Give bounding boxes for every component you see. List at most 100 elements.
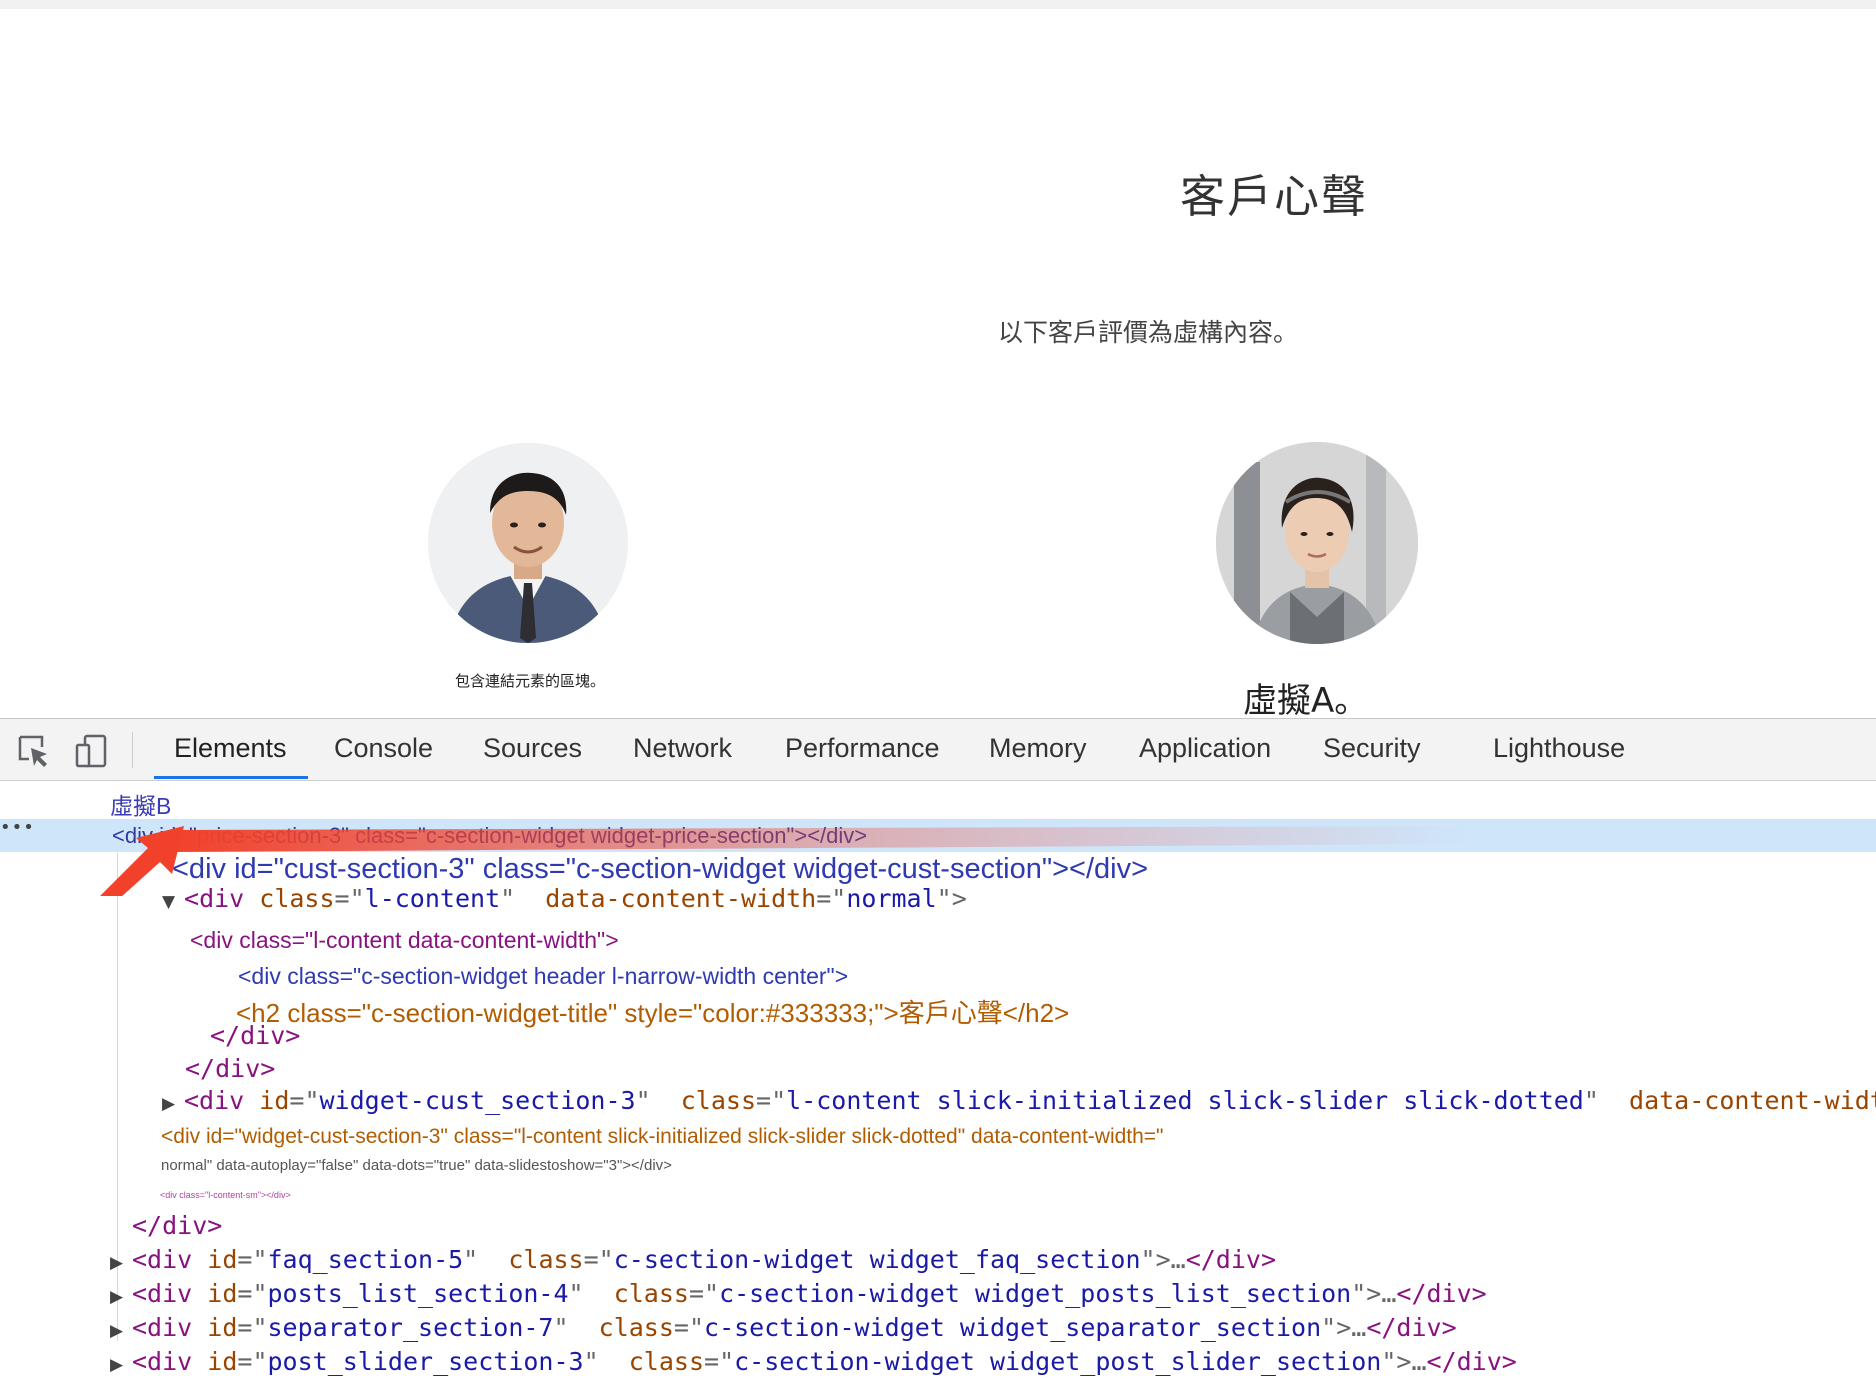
inspect-element-icon[interactable] <box>16 733 52 769</box>
section-subtitle: 以下客戶評價為虛構內容。 <box>998 318 1299 347</box>
dom-punct: =" <box>237 1279 268 1308</box>
page-preview: 客戶心聲 以下客戶評價為虛構內容。 包含連結元素的區塊。 虛擬A。 <box>0 0 1876 721</box>
dom-punct: "> <box>1351 1279 1382 1308</box>
dom-attr-name: id <box>207 1347 238 1376</box>
dom-punct: < <box>184 884 200 913</box>
more-actions-icon[interactable]: ••• <box>0 817 35 838</box>
dom-ellipsis: … <box>1170 1245 1186 1274</box>
tab-performance[interactable]: Performance <box>785 733 940 764</box>
dom-attr-value: post_slider_section-3 <box>267 1347 584 1376</box>
dom-node-separator-section[interactable]: ▶ <div id="separator_section-7" class="c-… <box>110 1313 1457 1342</box>
testimonial-caption: 虛擬A。 <box>1243 681 1369 721</box>
active-tab-indicator <box>154 776 308 779</box>
tab-console[interactable]: Console <box>334 733 433 764</box>
dom-node-l-content-inner[interactable]: <div class="l-content data-content-width… <box>190 927 619 954</box>
collapse-triangle-icon[interactable]: ▼ <box>162 892 184 912</box>
expand-triangle-icon[interactable]: ▶ <box>110 1321 132 1341</box>
dom-node-h2-title[interactable]: <h2 class="c-section-widget-title" style… <box>236 993 1069 1030</box>
dom-attr-name: class <box>259 884 335 913</box>
testimonial-caption: 包含連結元素的區塊。 <box>455 672 606 690</box>
dom-node-header[interactable]: <div class="c-section-widget header l-na… <box>238 963 848 990</box>
dom-attr-value: normal <box>846 884 937 913</box>
dom-punct: <div <box>132 1245 193 1274</box>
dom-attr-value: c-section-widget widget_faq_section <box>613 1245 1141 1274</box>
dom-close-div[interactable]: </div> <box>185 1054 275 1083</box>
dom-punct: "> <box>1381 1347 1412 1376</box>
expand-triangle-icon[interactable]: ▶ <box>110 1287 132 1307</box>
dom-node-price-section[interactable]: <div id="price-section-3" class="c-secti… <box>112 823 867 849</box>
dom-node-l-content-sm[interactable]: <div class="l-content-sm"></div> <box>160 1190 291 1200</box>
dom-ellipsis: … <box>1351 1313 1367 1342</box>
dom-attr-name: class <box>598 1313 674 1342</box>
dom-ellipsis: … <box>1381 1279 1397 1308</box>
dom-node-widget-cust-section[interactable]: ▶ <div id="widget-cust_section-3" class="… <box>162 1086 1876 1115</box>
dom-punct: <div <box>184 1086 245 1115</box>
dom-attr-value: c-section-widget widget_separator_sectio… <box>704 1313 1322 1342</box>
expand-triangle-icon[interactable]: ▶ <box>110 1253 132 1273</box>
dom-attr-value: posts_list_section-4 <box>267 1279 569 1308</box>
dom-attr-value: separator_section-7 <box>267 1313 554 1342</box>
dom-attr-name: data-content-width <box>545 884 817 913</box>
dom-attr-name: class <box>613 1279 689 1308</box>
dom-punct: " <box>568 1279 584 1308</box>
dom-node-widget-plain-cont[interactable]: normal" data-autoplay="false" data-dots=… <box>161 1157 672 1174</box>
dom-tag: div <box>199 884 245 913</box>
dom-punct: </div> <box>1185 1245 1276 1274</box>
dom-punct: =" <box>237 1245 268 1274</box>
tab-elements[interactable]: Elements <box>174 733 287 764</box>
dom-punct: " <box>635 1086 651 1115</box>
dom-punct: =" <box>334 884 365 913</box>
dom-punct: =" <box>704 1347 735 1376</box>
elements-dom-tree: ••• 虛擬B <div id="price-section-3" class=… <box>0 781 1876 1395</box>
toolbar-separator <box>132 732 133 768</box>
dom-attr-value: c-section-widget widget_posts_list_secti… <box>719 1279 1352 1308</box>
dom-punct: =" <box>583 1245 614 1274</box>
dom-attr-value: faq_section-5 <box>267 1245 464 1274</box>
dom-close-div[interactable]: </div> <box>210 1021 300 1050</box>
dom-punct: "> <box>1140 1245 1171 1274</box>
dom-node-widget-plain[interactable]: <div id="widget-cust-section-3" class="l… <box>161 1125 1164 1149</box>
dom-punct: "> <box>1321 1313 1352 1342</box>
dom-punct: =" <box>289 1086 320 1115</box>
expand-triangle-icon[interactable]: ▶ <box>110 1355 132 1375</box>
dom-punct: " <box>553 1313 569 1342</box>
dom-node-faq-section[interactable]: ▶ <div id="faq_section-5" class="c-sectio… <box>110 1245 1276 1274</box>
dom-punct: <div <box>132 1347 193 1376</box>
dom-punct: " <box>583 1347 599 1376</box>
devtools-panel: Elements Console Sources Network Perform… <box>0 718 1876 1395</box>
dom-attr-name: id <box>207 1279 238 1308</box>
dom-label-virtual-b: 虛擬B <box>110 793 172 819</box>
dom-punct: " <box>463 1245 479 1274</box>
dom-close-div[interactable]: </div> <box>132 1211 222 1240</box>
dom-node-l-content[interactable]: ▼ <div class="l-content" data-content-wid… <box>162 884 967 913</box>
dom-attr-name: data-content-width <box>1629 1086 1876 1115</box>
dom-punct: <div <box>132 1313 193 1342</box>
tab-lighthouse[interactable]: Lighthouse <box>1493 733 1625 764</box>
dom-punct: " <box>500 884 516 913</box>
dom-attr-name: id <box>207 1313 238 1342</box>
dom-node-posts-list-section[interactable]: ▶ <div id="posts_list_section-4" class="c… <box>110 1279 1487 1308</box>
dom-punct: =" <box>688 1279 720 1308</box>
tab-security[interactable]: Security <box>1323 733 1421 764</box>
dom-punct: </div> <box>1396 1279 1487 1308</box>
dom-node-post-slider-section[interactable]: ▶ <div id="post_slider_section-3" class="… <box>110 1347 1517 1376</box>
dom-punct: =" <box>237 1347 268 1376</box>
tab-sources[interactable]: Sources <box>483 733 582 764</box>
dom-punct: " <box>1583 1086 1599 1115</box>
dom-attr-name: class <box>508 1245 584 1274</box>
device-toolbar-icon[interactable] <box>74 733 110 769</box>
tab-memory[interactable]: Memory <box>989 733 1087 764</box>
expand-triangle-icon[interactable]: ▶ <box>162 1094 184 1114</box>
dom-punct: "> <box>936 884 967 913</box>
testimonial-avatar-woman <box>1216 442 1418 644</box>
dom-attr-name: class <box>628 1347 705 1376</box>
section-title: 客戶心聲 <box>1180 170 1369 223</box>
dom-punct: <div <box>132 1279 193 1308</box>
dom-punct: =" <box>756 1086 787 1115</box>
devtools-toolbar: Elements Console Sources Network Perform… <box>0 719 1876 781</box>
dom-node-cust-section[interactable]: <div id="cust-section-3" class="c-sectio… <box>172 853 1148 886</box>
dom-attr-name: id <box>207 1245 238 1274</box>
tab-network[interactable]: Network <box>633 733 732 764</box>
dom-punct: =" <box>816 884 847 913</box>
tab-application[interactable]: Application <box>1139 733 1271 764</box>
